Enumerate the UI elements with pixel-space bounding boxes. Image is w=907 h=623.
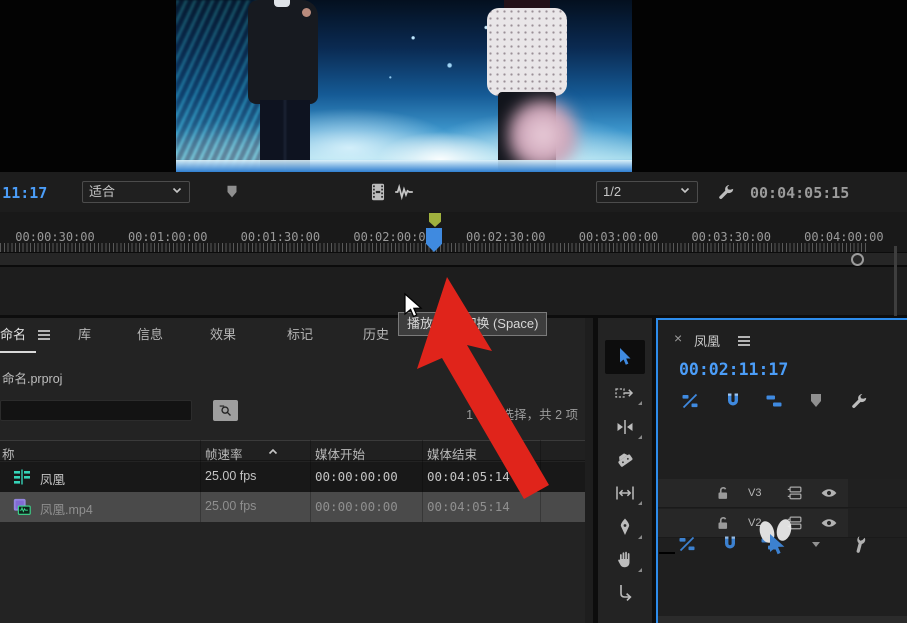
- media-table-header: 称 帧速率 媒体开始 媒体结束: [0, 440, 593, 461]
- ruler-label: 00:01:00:00: [128, 230, 207, 244]
- clip-icon: [12, 497, 32, 517]
- cell-name: 凤凰.mp4: [40, 499, 93, 518]
- ruler-label: 00:02:30:00: [466, 230, 545, 244]
- timeline-edge-mark: [659, 552, 675, 554]
- track-content-V3[interactable]: [848, 479, 907, 508]
- column-header-2[interactable]: 帧速率: [205, 444, 243, 463]
- ruler-label: 00:02:00:00: [353, 230, 432, 244]
- track-header-V3[interactable]: V3: [658, 479, 848, 508]
- tab-命名[interactable]: 命名: [0, 324, 26, 343]
- eye-icon[interactable]: [820, 514, 838, 532]
- panel-menu-icon[interactable]: [38, 330, 50, 340]
- timeline-panel: × 凤凰 00:02:11:17 V3V2: [656, 318, 907, 623]
- scrollbar-zoom-handle[interactable]: [851, 253, 864, 266]
- tab-效果[interactable]: 效果: [210, 324, 236, 343]
- table-row-凤凰.mp4[interactable]: 凤凰.mp4 25.00 fps 00:00:00:00 00:04:05:14: [0, 492, 593, 522]
- project-scrollbar[interactable]: [585, 318, 593, 623]
- male-singer-collar: [274, 0, 290, 7]
- track-label: V3: [748, 487, 761, 499]
- razor-tool[interactable]: [605, 445, 645, 475]
- column-separator: [200, 440, 201, 522]
- ruler-label: 00:04:00:00: [804, 230, 883, 244]
- ripple-edit-tool[interactable]: [605, 412, 645, 442]
- snap-icon-ghost: [718, 533, 742, 555]
- panel-menu-icon[interactable]: [738, 336, 750, 346]
- close-icon[interactable]: ×: [674, 330, 682, 346]
- ruler-label: 00:03:30:00: [691, 230, 770, 244]
- tab-历史[interactable]: 历史: [363, 324, 389, 343]
- ruler-label: 00:01:30:00: [241, 230, 320, 244]
- panel-edge: [894, 246, 897, 316]
- male-singer-hand: [302, 8, 311, 17]
- playback-resolution-select[interactable]: 1/2: [596, 181, 698, 203]
- sort-ascending-icon: [267, 444, 279, 461]
- track-target-icon[interactable]: [786, 484, 804, 502]
- cell-media-end: 00:04:05:14: [427, 469, 510, 484]
- column-header-1[interactable]: 称: [2, 444, 15, 463]
- tab-标记[interactable]: 标记: [287, 324, 313, 343]
- sequence-icon: [12, 467, 32, 487]
- project-panel: 命名 库 信息 效果 标记 历史 命名.prproj 1 项已选择，共 2 项 称 帧速率 媒…: [0, 318, 593, 623]
- clip-duration: 00:04:05:15: [750, 184, 849, 202]
- table-row-凤凰[interactable]: 凤凰 25.00 fps 00:00:00:00 00:04:05:14: [0, 462, 593, 492]
- linked-selection-icon[interactable]: [762, 390, 786, 412]
- selection-status: 1 项已选择，共 2 项: [0, 404, 578, 423]
- cell-media-start: 00:00:00:00: [315, 469, 398, 484]
- cell-name: 凤凰: [40, 469, 65, 488]
- premiere-pro-window: 00:02:11:17 适合 1/2 00:04:05:15 00:00:30:…: [0, 0, 907, 623]
- selection-tool[interactable]: [605, 340, 645, 374]
- nest-insert-icon-ghost: [675, 533, 699, 555]
- monitor-control-bar: 00:02:11:17 适合 1/2 00:04:05:15: [0, 172, 907, 212]
- female-singer-blouse: [487, 8, 567, 96]
- tab-库[interactable]: 库: [78, 324, 91, 343]
- slip-tool[interactable]: [605, 478, 645, 508]
- track-select-forward-tool[interactable]: [605, 378, 645, 408]
- type-tool[interactable]: [605, 578, 645, 608]
- hand-tool[interactable]: [605, 545, 645, 575]
- nest-insert-icon[interactable]: [678, 390, 702, 412]
- ruler-label: 00:00:30:00: [15, 230, 94, 244]
- eye-icon[interactable]: [820, 484, 838, 502]
- column-header-3[interactable]: 媒体开始: [315, 444, 365, 463]
- column-separator: [540, 440, 541, 522]
- cell-fps: 25.00 fps: [205, 469, 256, 483]
- cell-media-end: 00:04:05:14: [427, 499, 510, 514]
- sequence-tab[interactable]: 凤凰: [694, 331, 720, 350]
- tab-信息[interactable]: 信息: [137, 324, 163, 343]
- transport-controls: {}+: [0, 267, 907, 315]
- pen-tool[interactable]: [605, 512, 645, 542]
- video-preview-area: [0, 0, 907, 172]
- snap-icon[interactable]: [721, 390, 745, 412]
- tools-panel: [598, 318, 652, 623]
- play-button-tooltip: 播放-停止切换 (Space): [398, 312, 547, 336]
- active-tab-underline: [0, 351, 36, 353]
- lock-open-icon[interactable]: [714, 514, 732, 532]
- drag-ghost-blobs: [753, 518, 813, 558]
- sequence-timecode[interactable]: 00:02:11:17: [679, 360, 788, 379]
- chevron-down-icon: [171, 182, 183, 202]
- video-preview[interactable]: [176, 0, 632, 172]
- wrench-icon[interactable]: [847, 390, 871, 412]
- add-marker-icon[interactable]: [804, 390, 828, 412]
- add-marker-icon[interactable]: [222, 182, 242, 202]
- column-separator: [310, 440, 311, 522]
- chevron-down-icon: [679, 182, 691, 202]
- cell-media-start: 00:00:00:00: [315, 499, 398, 514]
- timeline-ruler[interactable]: 00:00:30:00 00:01:00:00 00:01:30:00 00:02:0…: [0, 212, 907, 252]
- timeline-bottom-scrollbar[interactable]: [658, 616, 907, 623]
- cell-fps: 25.00 fps: [205, 499, 256, 513]
- monitor-scrollbar[interactable]: [0, 252, 907, 267]
- column-separator: [422, 440, 423, 522]
- project-file-name: 命名.prproj: [2, 368, 62, 387]
- stage-floor: [176, 160, 632, 172]
- monitor-settings-wrench-icon[interactable]: [714, 180, 738, 204]
- ruler-label: 00:03:00:00: [579, 230, 658, 244]
- lock-open-icon[interactable]: [714, 484, 732, 502]
- source-timecode[interactable]: 00:02:11:17: [0, 184, 47, 202]
- drag-audio-icon[interactable]: [393, 181, 415, 203]
- drag-video-icon[interactable]: [367, 181, 389, 203]
- zoom-level-select[interactable]: 适合: [82, 181, 190, 203]
- column-header-4[interactable]: 媒体结束: [427, 444, 477, 463]
